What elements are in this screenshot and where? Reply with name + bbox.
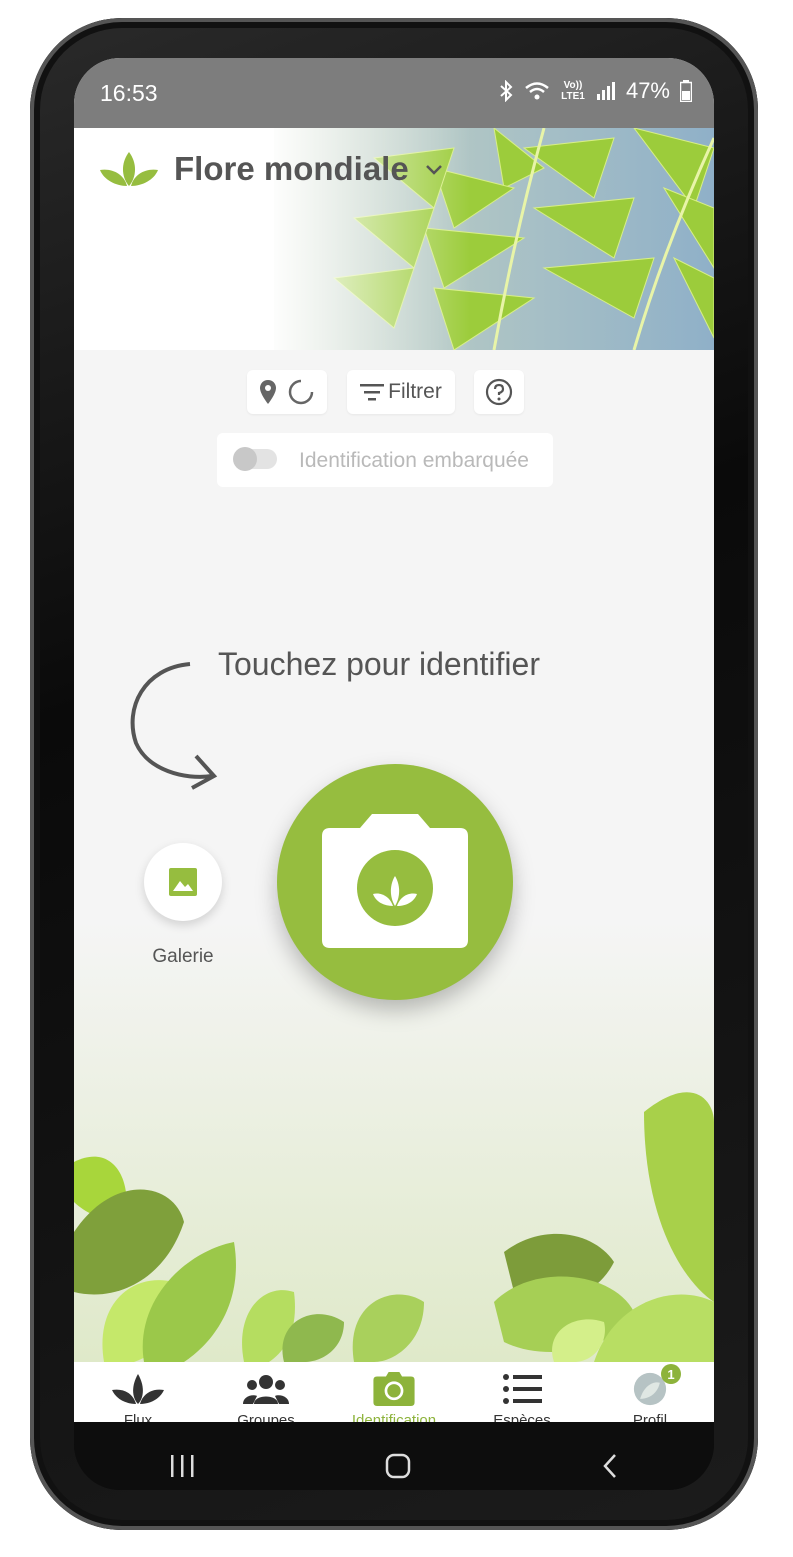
- offline-identification-label: Identification embarquée: [299, 449, 529, 472]
- gallery-button[interactable]: [144, 843, 222, 921]
- filter-label: Filtrer: [388, 380, 442, 403]
- bluetooth-icon: [500, 80, 513, 102]
- nav-label-groupes: Groupes: [237, 1412, 295, 1422]
- camera-identify-button[interactable]: [277, 764, 513, 1000]
- system-navigation-bar: [74, 1442, 714, 1490]
- nav-item-groupes[interactable]: Groupes: [202, 1362, 330, 1422]
- wifi-icon: [525, 82, 549, 100]
- nav-item-especes[interactable]: Espèces: [458, 1362, 586, 1422]
- app-screen: 16:53 Vo)) LTE1 47% Flore mondiale Filtr…: [74, 58, 714, 1422]
- nav-item-profil[interactable]: 1 Profil: [586, 1362, 714, 1422]
- battery-percent: 47%: [625, 78, 670, 103]
- offline-identification-row[interactable]: Identification embarquée: [217, 433, 553, 487]
- back-icon[interactable]: [600, 1452, 620, 1480]
- recent-apps-icon[interactable]: [168, 1453, 196, 1479]
- gallery-label: Galerie: [152, 946, 214, 967]
- camera-icon: [373, 1372, 415, 1406]
- nav-label-especes: Espèces: [493, 1412, 551, 1422]
- loading-spinner-icon: [288, 379, 314, 405]
- filter-icon: [360, 384, 385, 401]
- curved-arrow-icon: [130, 662, 218, 790]
- status-time: 16:53: [100, 80, 158, 106]
- list-icon: [503, 1374, 542, 1404]
- status-icons: Vo)) LTE1 47%: [498, 78, 692, 104]
- location-pin-icon: [260, 380, 276, 404]
- chevron-down-icon: [425, 165, 442, 175]
- phone-frame: 16:53 Vo)) LTE1 47% Flore mondiale Filtr…: [30, 18, 758, 1530]
- status-bar: 16:53 Vo)) LTE1 47%: [74, 58, 714, 128]
- filter-button[interactable]: Filtrer: [347, 370, 455, 414]
- nav-label-profil: Profil: [632, 1412, 668, 1422]
- plantnet-logo-icon: [100, 152, 158, 186]
- offline-identification-toggle[interactable]: [233, 447, 277, 471]
- flora-selector[interactable]: Flore mondiale: [98, 150, 445, 188]
- nav-label-identification: Identification: [351, 1412, 437, 1422]
- battery-icon: [680, 80, 692, 102]
- phone-screen-area: 16:53 Vo)) LTE1 47% Flore mondiale Filtr…: [74, 58, 714, 1490]
- notification-badge: 1: [661, 1364, 681, 1384]
- help-icon: [485, 378, 513, 406]
- home-icon[interactable]: [384, 1452, 412, 1480]
- flora-title: Flore mondiale: [174, 150, 409, 187]
- avatar: 1: [631, 1364, 681, 1410]
- identify-prompt: Touchez pour identifier: [218, 646, 540, 682]
- nav-item-identification[interactable]: Identification: [330, 1362, 458, 1422]
- toggle-knob: [233, 447, 257, 471]
- network-label: Vo)) LTE1: [561, 80, 585, 102]
- leaf-icon: [112, 1374, 164, 1404]
- header-banner: Flore mondiale: [74, 128, 714, 350]
- location-button[interactable]: [247, 370, 327, 414]
- nav-item-flux[interactable]: Flux: [74, 1362, 202, 1422]
- nav-label-flux: Flux: [123, 1412, 153, 1422]
- camera-leaf-icon: [322, 814, 468, 948]
- help-button[interactable]: [474, 370, 524, 414]
- group-icon: [243, 1375, 289, 1404]
- image-icon: [169, 868, 197, 896]
- bottom-navigation: Flux Groupes Identification Espèces 1 Pr…: [74, 1362, 714, 1422]
- signal-icon: [596, 82, 615, 100]
